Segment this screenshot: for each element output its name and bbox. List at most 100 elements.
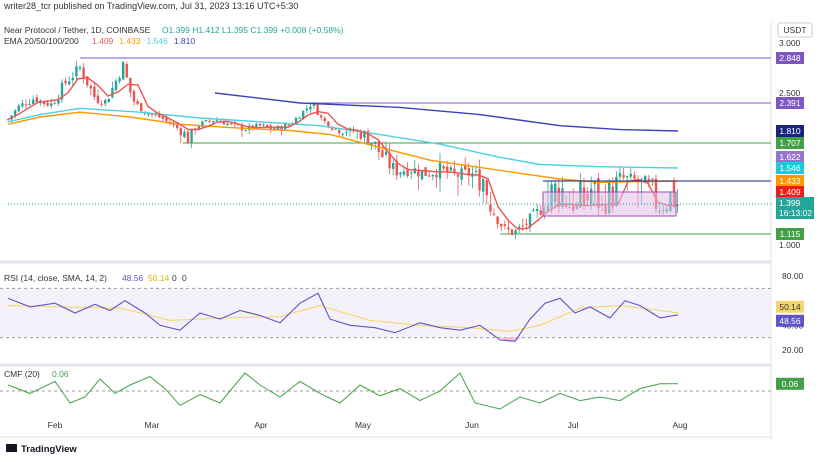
candle-body[interactable] (503, 224, 506, 226)
last-price-badge[interactable]: 1.39916:13:02 (776, 197, 814, 219)
candle-body[interactable] (338, 129, 341, 134)
candle-body[interactable] (521, 225, 524, 227)
candle-body[interactable] (402, 171, 406, 175)
candle-body[interactable] (32, 99, 35, 104)
candle-body[interactable] (136, 101, 139, 105)
candle-body[interactable] (68, 81, 71, 85)
candle-body[interactable] (208, 120, 211, 122)
candle-body[interactable] (320, 115, 323, 118)
candle-body[interactable] (633, 175, 636, 179)
candle-body[interactable] (111, 87, 114, 98)
candle-body[interactable] (384, 151, 388, 155)
candle-body[interactable] (71, 77, 74, 81)
candle-body[interactable] (114, 80, 118, 90)
candle-body[interactable] (118, 77, 121, 82)
candle-body[interactable] (482, 178, 485, 192)
candle-body[interactable] (640, 178, 643, 180)
candle-body[interactable] (78, 67, 82, 69)
candle-body[interactable] (24, 104, 28, 106)
candle-body[interactable] (392, 163, 395, 169)
candle-body[interactable] (622, 174, 625, 178)
candle-body[interactable] (539, 210, 542, 215)
candle-body[interactable] (316, 104, 319, 116)
level-badge-1.115[interactable]: 1.115 (776, 228, 804, 240)
candle-body[interactable] (93, 86, 96, 97)
rsi-badge[interactable]: 50.14 (776, 300, 804, 313)
candle-body[interactable] (442, 166, 445, 169)
candle-body[interactable] (651, 178, 654, 180)
candle-body[interactable] (474, 170, 478, 172)
candle-body[interactable] (258, 123, 262, 126)
candle-body[interactable] (266, 124, 269, 127)
candle-body[interactable] (125, 64, 128, 78)
candle-body[interactable] (82, 67, 85, 79)
cmf-badge[interactable]: 0.06 (776, 377, 804, 390)
candle-body[interactable] (122, 62, 125, 80)
candle-body[interactable] (262, 124, 265, 126)
candle-body[interactable] (176, 125, 179, 128)
axis-badge-1.622[interactable]: 1.622 (776, 151, 804, 163)
candle-body[interactable] (186, 131, 190, 144)
candle-body[interactable] (21, 103, 24, 107)
candle-body[interactable] (75, 66, 78, 77)
candle-body[interactable] (374, 141, 377, 144)
candle-body[interactable] (420, 170, 424, 180)
candle-body[interactable] (496, 216, 499, 225)
axis-badge-1.409[interactable]: 1.409 (776, 186, 804, 198)
candle-body[interactable] (244, 130, 247, 132)
candle-body[interactable] (532, 209, 535, 212)
candle-body[interactable] (489, 204, 492, 212)
candle-body[interactable] (381, 150, 384, 158)
axis-badge-1.810[interactable]: 1.810 (776, 125, 804, 137)
candle-body[interactable] (132, 91, 136, 102)
candle-body[interactable] (172, 124, 175, 126)
axis-badge-1.707[interactable]: 1.707 (776, 137, 804, 149)
candle-body[interactable] (147, 113, 150, 115)
candle-body[interactable] (35, 97, 38, 103)
candle-body[interactable] (215, 120, 218, 122)
candle-body[interactable] (438, 162, 442, 179)
candle-body[interactable] (107, 98, 110, 103)
candle-body[interactable] (525, 223, 528, 225)
candle-body[interactable] (190, 128, 193, 144)
candle-body[interactable] (230, 123, 233, 125)
candle-body[interactable] (89, 85, 92, 89)
candle-body[interactable] (536, 208, 539, 212)
candle-body[interactable] (431, 174, 434, 177)
candle-body[interactable] (518, 226, 521, 229)
candle-body[interactable] (96, 95, 100, 104)
candle-body[interactable] (287, 124, 290, 126)
candle-body[interactable] (212, 120, 215, 123)
candle-body[interactable] (204, 120, 208, 122)
candle-body[interactable] (428, 175, 431, 177)
axis-badge-1.433[interactable]: 1.433 (776, 175, 804, 187)
candle-body[interactable] (183, 131, 186, 138)
candle-body[interactable] (399, 172, 402, 175)
candle-body[interactable] (647, 178, 650, 181)
candle-body[interactable] (28, 104, 31, 106)
candle-body[interactable] (510, 229, 514, 235)
candle-body[interactable] (507, 227, 510, 230)
candle-body[interactable] (456, 174, 460, 177)
candle-body[interactable] (424, 167, 427, 176)
candle-body[interactable] (341, 133, 344, 135)
level-badge-2.391[interactable]: 2.391 (776, 97, 804, 109)
candle-body[interactable] (413, 168, 416, 174)
candle-body[interactable] (100, 103, 103, 105)
candle-body[interactable] (629, 173, 632, 177)
candle-body[interactable] (53, 103, 56, 105)
candle-body[interactable] (514, 230, 517, 235)
rsi-badge[interactable]: 48.56 (776, 314, 804, 327)
candle-body[interactable] (478, 169, 481, 191)
axis-badge-1.546[interactable]: 1.546 (776, 162, 804, 174)
candle-body[interactable] (305, 108, 308, 111)
candle-body[interactable] (485, 180, 488, 196)
candle-body[interactable] (500, 223, 503, 227)
candle-body[interactable] (179, 128, 182, 136)
candle-body[interactable] (449, 167, 452, 171)
candle-body[interactable] (644, 176, 647, 181)
candle-body[interactable] (104, 100, 107, 104)
candle-body[interactable] (161, 116, 164, 119)
candle-body[interactable] (64, 80, 67, 84)
candle-body[interactable] (345, 131, 348, 133)
